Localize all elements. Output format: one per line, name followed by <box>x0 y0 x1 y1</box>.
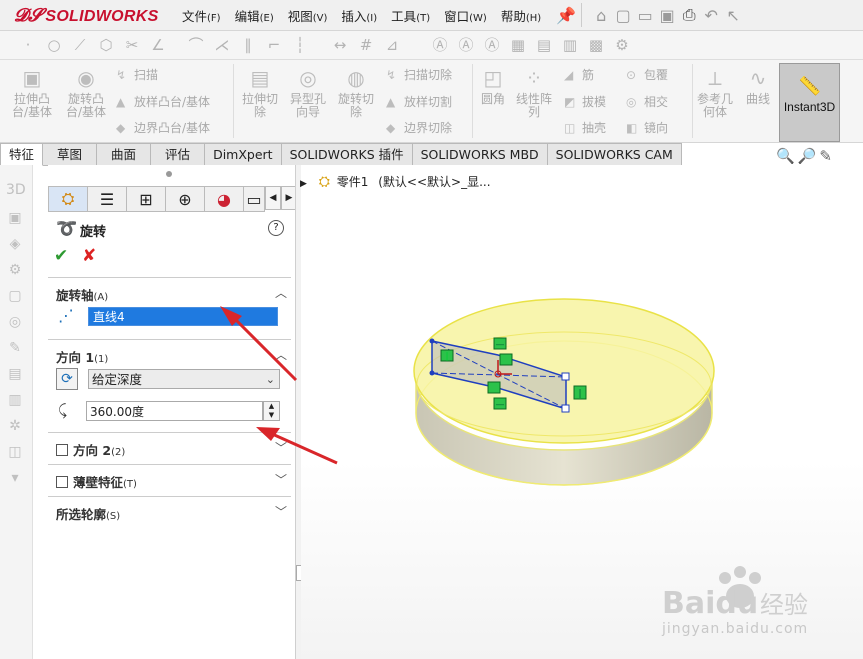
svg-text:—: — <box>496 400 505 410</box>
sketch-point-handle[interactable] <box>561 372 570 381</box>
sketch-point-handle[interactable] <box>561 404 570 413</box>
svg-text:—: — <box>496 340 505 350</box>
svg-text:经验: 经验 <box>760 591 808 619</box>
sketch-vertex <box>429 338 435 344</box>
model-viewport: | — — | Baidu 经验 <box>220 298 808 621</box>
watermark-url: jingyan.baidu.com <box>662 621 809 637</box>
annotation-arrows <box>220 306 338 465</box>
svg-text:|: | <box>445 352 448 362</box>
svg-text:|: | <box>578 389 581 399</box>
sketch-vertex <box>429 370 435 376</box>
baidu-watermark: Baidu 经验 <box>662 566 808 621</box>
svg-text:Baidu: Baidu <box>662 586 758 621</box>
